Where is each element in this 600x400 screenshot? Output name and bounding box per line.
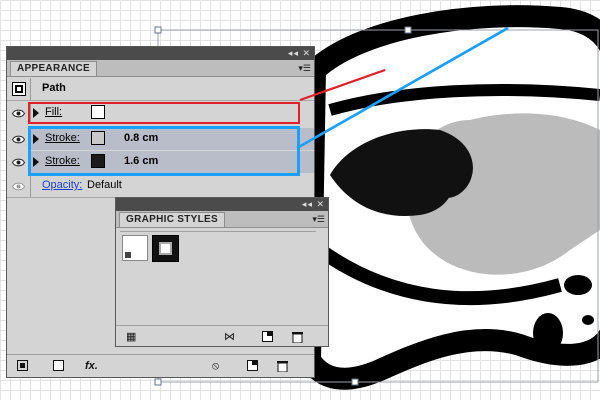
add-fill-icon[interactable]: [53, 360, 64, 374]
selection-handle-bm[interactable]: [154, 378, 162, 386]
artwork-drop-1: [564, 275, 592, 295]
path-row[interactable]: Path: [7, 78, 314, 100]
fx-icon[interactable]: fx.: [85, 360, 98, 372]
appearance-tab-row: APPEARANCE ▾☰: [7, 60, 314, 77]
break-link-icon[interactable]: ⋈: [224, 331, 235, 343]
collapse-panel-icon[interactable]: ◂◂ ✕: [288, 47, 311, 60]
duplicate-item-icon[interactable]: [247, 360, 258, 374]
add-stroke-icon[interactable]: [17, 360, 28, 374]
tab-graphic-styles[interactable]: GRAPHIC STYLES: [119, 212, 225, 227]
graphic-styles-titlebar[interactable]: ◂◂ ✕: [116, 198, 328, 211]
style-swatch-default[interactable]: [122, 235, 148, 261]
eye-icon: [12, 135, 25, 143]
trash-icon[interactable]: [277, 360, 288, 375]
style-swatch-stroke-inner: [159, 242, 172, 255]
opacity-label[interactable]: Opacity:: [42, 179, 82, 191]
tab-appearance[interactable]: APPEARANCE: [10, 61, 98, 76]
style-swatch-stroke[interactable]: [152, 235, 179, 262]
path-label: Path: [42, 82, 66, 94]
graphic-style-library-icon[interactable]: ▦: [126, 331, 136, 343]
opacity-row[interactable]: Opacity: Default: [7, 175, 314, 197]
path-thumbnail-icon: [11, 82, 26, 96]
selection-handle-tl[interactable]: [154, 26, 162, 34]
opacity-visibility-toggle[interactable]: [7, 175, 31, 197]
collapse-panel-icon[interactable]: ◂◂ ✕: [302, 198, 325, 211]
opacity-value: Default: [87, 179, 122, 191]
graphic-styles-panel: ◂◂ ✕ GRAPHIC STYLES ▾☰ ▦ ⋈: [115, 197, 329, 347]
new-item-icon[interactable]: [262, 331, 273, 345]
selection-handle-tm[interactable]: [404, 26, 412, 34]
divider: [7, 100, 314, 101]
eye-icon: [12, 158, 25, 166]
path-thumbnail-cell: [7, 78, 31, 100]
appearance-bottom-toolbar: fx. ⦸: [7, 354, 314, 377]
graphic-styles-list: [120, 231, 316, 316]
graphic-styles-bottom-toolbar: ▦ ⋈: [116, 325, 328, 346]
panel-menu-icon[interactable]: ▾☰: [312, 213, 325, 225]
clear-appearance-icon[interactable]: ⦸: [212, 360, 219, 372]
default-style-marker-icon: [125, 252, 131, 258]
panel-menu-icon[interactable]: ▾☰: [298, 62, 311, 74]
stroke-highlight-box: [28, 126, 300, 176]
appearance-titlebar[interactable]: ◂◂ ✕: [7, 47, 314, 60]
fill-highlight-box: [28, 102, 300, 124]
artwork-drop-3: [582, 315, 594, 325]
artwork-drop-2: [533, 313, 563, 353]
graphic-styles-tab-row: GRAPHIC STYLES ▾☰: [116, 211, 328, 228]
eye-icon: [12, 109, 25, 117]
trash-icon[interactable]: [292, 331, 303, 346]
eye-icon: [12, 182, 25, 190]
selection-handle-bl[interactable]: [351, 378, 359, 386]
fill-row[interactable]: Fill:: [7, 102, 314, 124]
